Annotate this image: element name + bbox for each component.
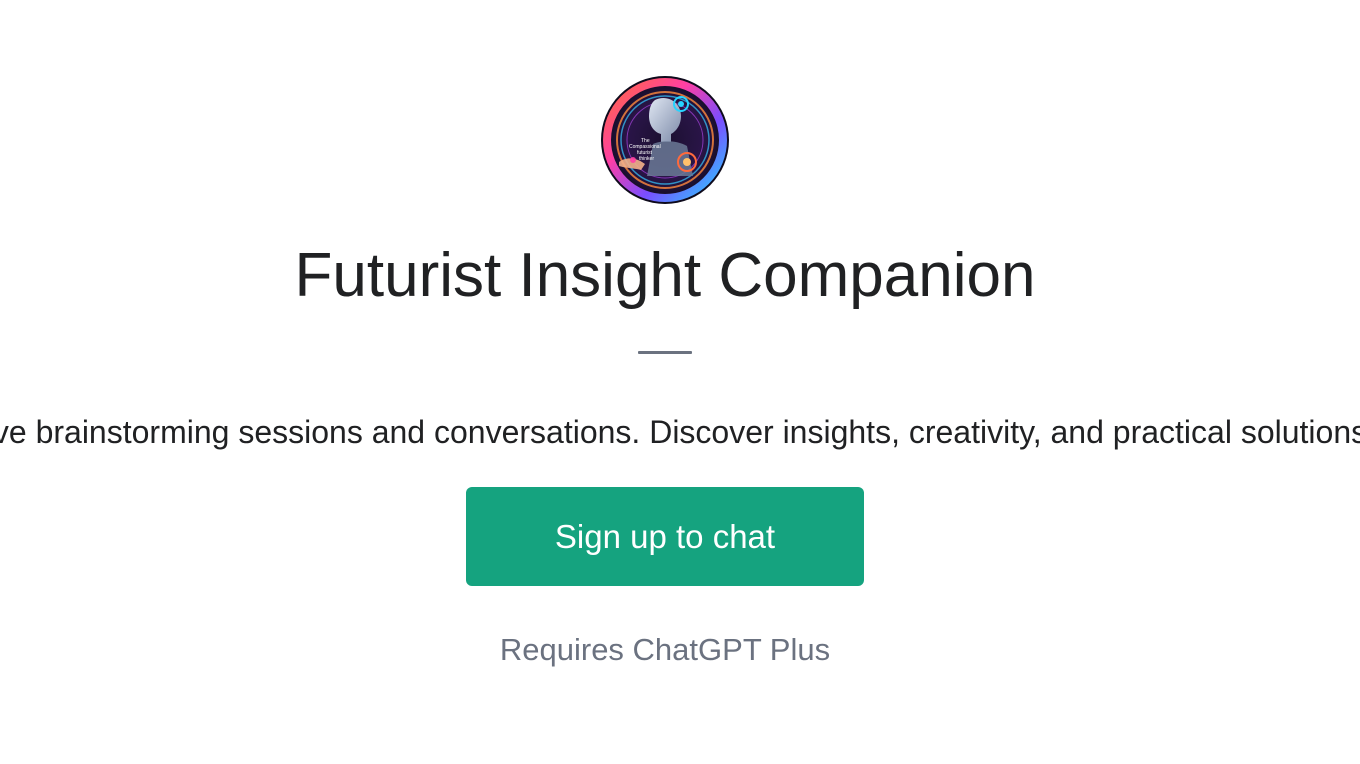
title-divider <box>638 351 692 354</box>
gpt-description: ve brainstorming sessions and conversati… <box>0 414 1360 450</box>
description-container: ve brainstorming sessions and conversati… <box>0 408 1360 456</box>
sign-up-to-chat-button[interactable]: Sign up to chat <box>466 487 864 586</box>
requirement-note: Requires ChatGPT Plus <box>499 632 831 667</box>
svg-text:thinker: thinker <box>639 156 654 162</box>
futurist-avatar-icon: The Compassional futurist thinker <box>601 76 729 204</box>
gpt-title: Futurist Insight Companion <box>294 241 1036 310</box>
gpt-avatar: The Compassional futurist thinker <box>601 76 729 204</box>
gpt-landing-page: The Compassional futurist thinker Futuri… <box>0 0 1360 764</box>
